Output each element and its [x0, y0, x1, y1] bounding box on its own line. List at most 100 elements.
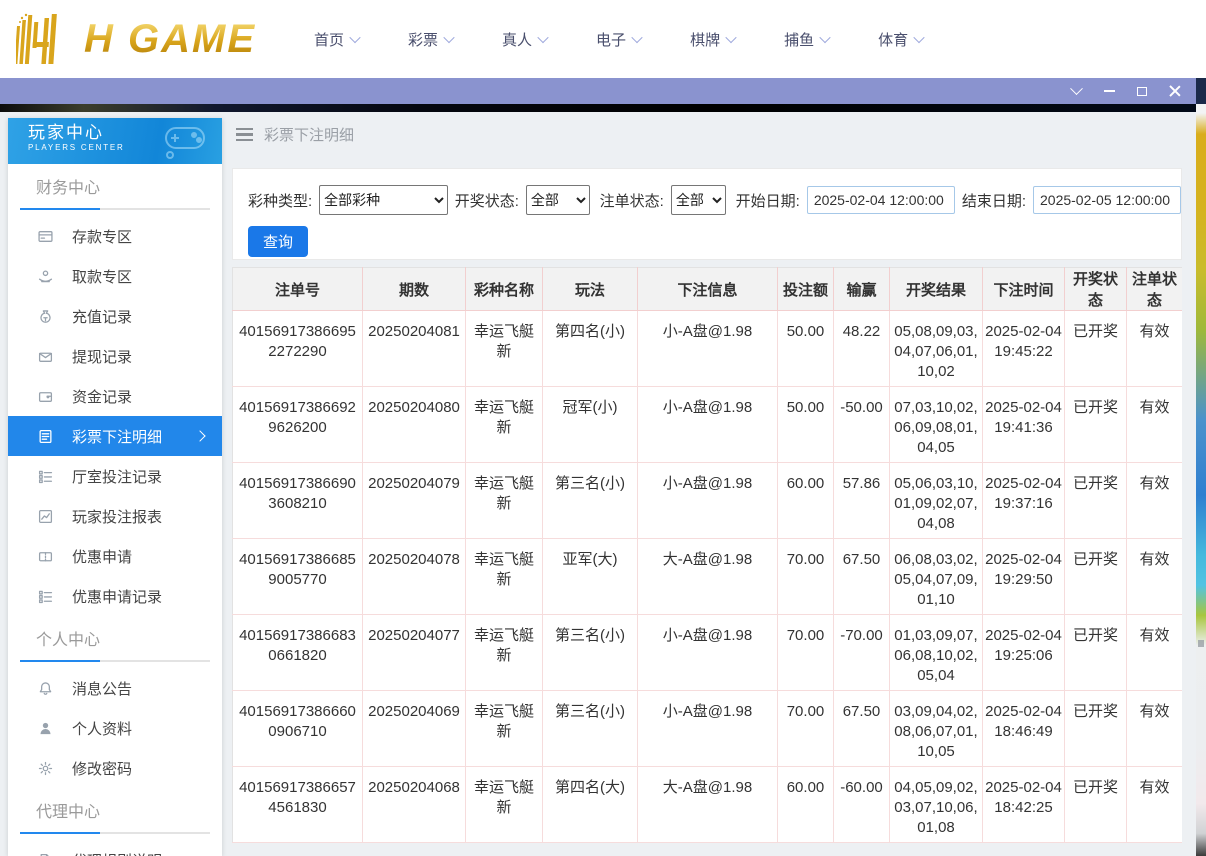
- table-header: 注单号期数彩种名称玩法下注信息投注额输赢开奖结果下注时间开奖状态注单状态: [233, 268, 1183, 311]
- withdrawal-record-icon: [38, 348, 54, 364]
- hall-bets-icon: [38, 468, 54, 484]
- nav-item-label: 电子: [596, 29, 626, 50]
- logo-bars-icon: [16, 12, 78, 66]
- cell-order-status: 有效: [1127, 691, 1183, 767]
- cell-order-status: 有效: [1127, 311, 1183, 387]
- cell-bet-amount: 50.00: [778, 311, 834, 387]
- promo-apply-icon: [38, 548, 54, 564]
- nav-item-5[interactable]: 棋牌: [690, 29, 735, 50]
- nav-item-label: 棋牌: [690, 29, 720, 50]
- draw-status-label: 开奖状态:: [455, 190, 519, 211]
- notice-icon: [38, 680, 54, 696]
- cell-draw-result: 05,08,09,03,04,07,06,01,10,02: [890, 311, 983, 387]
- report-icon: [38, 508, 54, 524]
- cell-draw-result: 05,06,03,10,01,09,02,07,04,08: [890, 463, 983, 539]
- cell-win-loss: 67.50: [834, 539, 890, 615]
- sidebar-item-notice[interactable]: 消息公告: [8, 668, 222, 708]
- sidebar-item-lottery-bets[interactable]: 彩票下注明细: [8, 416, 222, 456]
- sidebar-item-promo-record[interactable]: 优惠申请记录: [8, 576, 222, 616]
- menu-toggle-icon[interactable]: [236, 128, 253, 142]
- window-minimize-button[interactable]: [1102, 84, 1116, 98]
- chevron-down-icon: [537, 32, 548, 43]
- order-status-select[interactable]: 全部: [671, 185, 726, 215]
- table-row: 40156917386660090671020250204069幸运飞艇新第三名…: [233, 691, 1183, 767]
- cell-draw-status: 已开奖: [1065, 691, 1127, 767]
- sidebar-menu: 财务中心存款专区取款专区充值记录提现记录资金记录彩票下注明细厅室投注记录玩家投注…: [8, 179, 222, 856]
- column-header-bet-amount: 投注额: [778, 268, 834, 311]
- nav-item-4[interactable]: 电子: [596, 29, 641, 50]
- chevron-down-icon: [443, 32, 454, 43]
- end-date-label: 结束日期:: [962, 190, 1026, 211]
- cell-play-type: 第四名(大): [543, 767, 638, 843]
- sidebar-item-label: 取款专区: [72, 266, 132, 287]
- sidebar-item-withdraw[interactable]: 取款专区: [8, 256, 222, 296]
- column-header-play-type: 玩法: [543, 268, 638, 311]
- cell-period: 20250204077: [363, 615, 466, 691]
- nav-item-1[interactable]: 首页: [314, 29, 359, 50]
- cell-win-loss: -50.00: [834, 387, 890, 463]
- dark-divider-strip: [0, 104, 1196, 112]
- search-button[interactable]: 查询: [248, 226, 308, 257]
- logo[interactable]: H GAME: [16, 12, 256, 66]
- cell-draw-result: 07,03,10,02,06,09,08,01,04,05: [890, 387, 983, 463]
- cell-draw-status: 已开奖: [1065, 539, 1127, 615]
- lottery-type-select[interactable]: 全部彩种: [319, 185, 448, 215]
- logo-text: H GAME: [84, 19, 256, 59]
- window-close-button[interactable]: [1168, 84, 1182, 98]
- sidebar-item-profile[interactable]: 个人资料: [8, 708, 222, 748]
- column-header-period: 期数: [363, 268, 466, 311]
- cell-draw-status: 已开奖: [1065, 387, 1127, 463]
- cell-bet-time: 2025-02-04 18:42:25: [983, 767, 1065, 843]
- sidebar-item-recharge-record[interactable]: 充值记录: [8, 296, 222, 336]
- sidebar-item-deposit[interactable]: 存款专区: [8, 216, 222, 256]
- sidebar-item-label: 存款专区: [72, 226, 132, 247]
- sidebar-item-funds-record[interactable]: 资金记录: [8, 376, 222, 416]
- nav-item-3[interactable]: 真人: [502, 29, 547, 50]
- nav-item-2[interactable]: 彩票: [408, 29, 453, 50]
- cell-order-status: 有效: [1127, 615, 1183, 691]
- cell-win-loss: -60.00: [834, 767, 890, 843]
- nav-item-7[interactable]: 体育: [878, 29, 923, 50]
- cell-bet-info: 小-A盘@1.98: [638, 691, 778, 767]
- sidebar-item-agent-rules[interactable]: 代理规则说明: [8, 840, 222, 856]
- cell-bet-amount: 60.00: [778, 463, 834, 539]
- sidebar-item-report[interactable]: 玩家投注报表: [8, 496, 222, 536]
- sidebar-item-password[interactable]: 修改密码: [8, 748, 222, 788]
- cell-period: 20250204068: [363, 767, 466, 843]
- cell-bet-time: 2025-02-04 19:41:36: [983, 387, 1065, 463]
- cell-play-type: 第四名(小): [543, 311, 638, 387]
- cell-lottery-name: 幸运飞艇新: [466, 767, 543, 843]
- nav-item-label: 捕鱼: [784, 29, 814, 50]
- nav-item-6[interactable]: 捕鱼: [784, 29, 829, 50]
- cell-play-type: 亚军(大): [543, 539, 638, 615]
- nav-item-label: 真人: [502, 29, 532, 50]
- cell-order-status: 有效: [1127, 387, 1183, 463]
- cell-bet-amount: 70.00: [778, 691, 834, 767]
- column-header-lottery-name: 彩种名称: [466, 268, 543, 311]
- page-title: 彩票下注明细: [264, 124, 354, 145]
- sidebar-item-withdrawal-record[interactable]: 提现记录: [8, 336, 222, 376]
- profile-icon: [38, 720, 54, 736]
- cell-lottery-name: 幸运飞艇新: [466, 615, 543, 691]
- table-row: 40156917386695227229020250204081幸运飞艇新第四名…: [233, 311, 1183, 387]
- end-date-input[interactable]: [1033, 186, 1181, 214]
- divider-blue-segment: [20, 208, 100, 210]
- start-date-input[interactable]: [807, 186, 955, 214]
- window-collapse-chevron-icon[interactable]: [1069, 84, 1083, 98]
- sidebar: 玩家中心 PLAYERS CENTER 财务中心存款专区取款专区充值记录提现记录…: [8, 118, 222, 856]
- table-body: 40156917386695227229020250204081幸运飞艇新第四名…: [233, 311, 1183, 843]
- window-maximize-button[interactable]: [1135, 84, 1149, 98]
- cell-lottery-name: 幸运飞艇新: [466, 539, 543, 615]
- sidebar-item-label: 修改密码: [72, 758, 132, 779]
- sidebar-item-promo-apply[interactable]: 优惠申请: [8, 536, 222, 576]
- sidebar-item-hall-bets[interactable]: 厅室投注记录: [8, 456, 222, 496]
- sidebar-item-label: 优惠申请: [72, 546, 132, 567]
- cell-bet-time: 2025-02-04 19:37:16: [983, 463, 1065, 539]
- cell-bet-info: 小-A盘@1.98: [638, 463, 778, 539]
- sidebar-item-label: 充值记录: [72, 306, 132, 327]
- background-page-sliver: [1196, 104, 1206, 856]
- column-header-draw-result: 开奖结果: [890, 268, 983, 311]
- cell-order-id: 401569173866830661820: [233, 615, 363, 691]
- cell-draw-result: 06,08,03,02,05,04,07,09,01,10: [890, 539, 983, 615]
- draw-status-select[interactable]: 全部: [526, 185, 590, 215]
